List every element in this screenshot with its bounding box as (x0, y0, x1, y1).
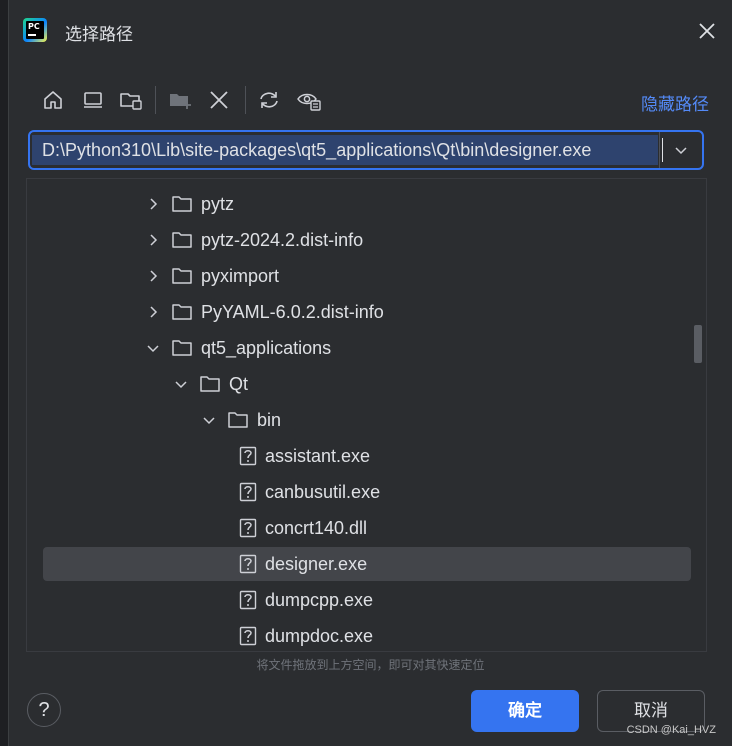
hide-path-link[interactable]: 隐藏路径 (641, 90, 709, 115)
path-history-dropdown[interactable] (659, 132, 702, 168)
watermark: CSDN @Kai_HVZ (626, 724, 716, 736)
tree-scrollbar[interactable] (694, 325, 702, 363)
tree-file-row[interactable]: dumpdoc.exe (43, 619, 691, 651)
tree-item-label: pyximport (201, 266, 280, 286)
toolbar-separator (155, 86, 156, 114)
folder-icon (172, 340, 192, 356)
tree-item-label: qt5_applications (201, 338, 332, 358)
project-folder-button[interactable] (117, 86, 145, 114)
chevron-right-icon[interactable] (145, 232, 161, 248)
ok-button[interactable]: 确定 (471, 690, 579, 732)
tree-item-label: Qt (229, 374, 249, 394)
show-hidden-button[interactable] (295, 86, 323, 114)
tree-item-label: pytz (201, 194, 235, 214)
background-window-edge (0, 0, 8, 746)
home-button[interactable] (39, 86, 67, 114)
tree-folder-row[interactable]: pyximport (43, 259, 691, 293)
delete-icon (210, 91, 228, 109)
desktop-button[interactable] (79, 86, 107, 114)
tree-folder-row[interactable]: pytz-2024.2.dist-info (43, 223, 691, 257)
tree-item-label: assistant.exe (265, 446, 371, 466)
toolbar: 隐藏路径 (9, 80, 732, 120)
tree-file-row[interactable]: concrt140.dll (43, 511, 691, 545)
tree-item-label: dumpdoc.exe (265, 626, 374, 646)
tree-folder-row[interactable]: PyYAML-6.0.2.dist-info (43, 295, 691, 329)
chevron-down-icon[interactable] (201, 412, 217, 428)
unknown-file-icon (239, 446, 257, 466)
folder-icon (172, 232, 192, 248)
project-folder-icon (120, 93, 142, 110)
help-button[interactable]: ? (27, 693, 61, 727)
folder-icon (172, 268, 192, 284)
tree-folder-row[interactable]: pytz (43, 187, 691, 221)
unknown-file-icon (239, 590, 257, 610)
tree-folder-row[interactable]: qt5_applications (43, 331, 691, 365)
home-icon (44, 91, 62, 109)
tree-item-label: concrt140.dll (265, 518, 368, 538)
folder-icon (172, 196, 192, 212)
new-folder-icon (170, 94, 191, 109)
chevron-down-icon[interactable] (145, 340, 161, 356)
chevron-down-icon (675, 147, 687, 155)
close-icon (699, 23, 715, 39)
chevron-right-icon[interactable] (145, 196, 161, 212)
unknown-file-icon (239, 554, 257, 574)
tree-file-row[interactable]: dumpcpp.exe (43, 583, 691, 617)
tree-file-row[interactable]: designer.exe (43, 547, 691, 581)
new-folder-button[interactable] (167, 86, 195, 114)
path-input[interactable]: D:\Python310\Lib\site-packages\qt5_appli… (32, 135, 658, 165)
folder-icon (228, 412, 248, 428)
tree-item-label: PyYAML-6.0.2.dist-info (201, 302, 384, 322)
close-button[interactable] (692, 16, 722, 46)
toolbar-separator (245, 86, 246, 114)
tree-item-label: canbusutil.exe (265, 482, 381, 502)
choose-path-dialog: PC 选择路径 隐藏路径 D:\Python310\Lib\site-packa… (0, 0, 732, 746)
unknown-file-icon (239, 518, 257, 538)
tree-item-label: pytz-2024.2.dist-info (201, 230, 364, 250)
folder-icon (172, 304, 192, 320)
dialog-body: PC 选择路径 隐藏路径 D:\Python310\Lib\site-packa… (8, 0, 732, 746)
chevron-right-icon[interactable] (145, 304, 161, 320)
tree-item-label: bin (257, 410, 282, 430)
dialog-title: 选择路径 (65, 25, 133, 44)
desktop-icon (84, 92, 102, 108)
drag-drop-hint: 将文件拖放到上方空间，即可对其快速定位 (256, 658, 485, 672)
show-hidden-icon (297, 93, 321, 111)
tree-folder-row[interactable]: Qt (43, 367, 691, 401)
file-tree[interactable]: pytz pytz-2024.2.dist-info pyximport PyYAML… (26, 178, 707, 652)
tree-folder-row[interactable]: bin (43, 403, 691, 437)
folder-icon (200, 376, 220, 392)
refresh-icon (260, 92, 278, 108)
delete-button[interactable] (205, 86, 233, 114)
pycharm-logo-icon: PC (23, 18, 47, 42)
tree-item-label: designer.exe (265, 554, 368, 574)
refresh-button[interactable] (255, 86, 283, 114)
tree-item-label: dumpcpp.exe (265, 590, 374, 610)
tree-file-row[interactable]: canbusutil.exe (43, 475, 691, 509)
path-field[interactable]: D:\Python310\Lib\site-packages\qt5_appli… (28, 130, 704, 170)
chevron-down-icon[interactable] (173, 376, 189, 392)
chevron-right-icon[interactable] (145, 268, 161, 284)
title-bar: PC 选择路径 (9, 0, 732, 62)
tree-file-row[interactable]: assistant.exe (43, 439, 691, 473)
unknown-file-icon (239, 482, 257, 502)
unknown-file-icon (239, 626, 257, 646)
